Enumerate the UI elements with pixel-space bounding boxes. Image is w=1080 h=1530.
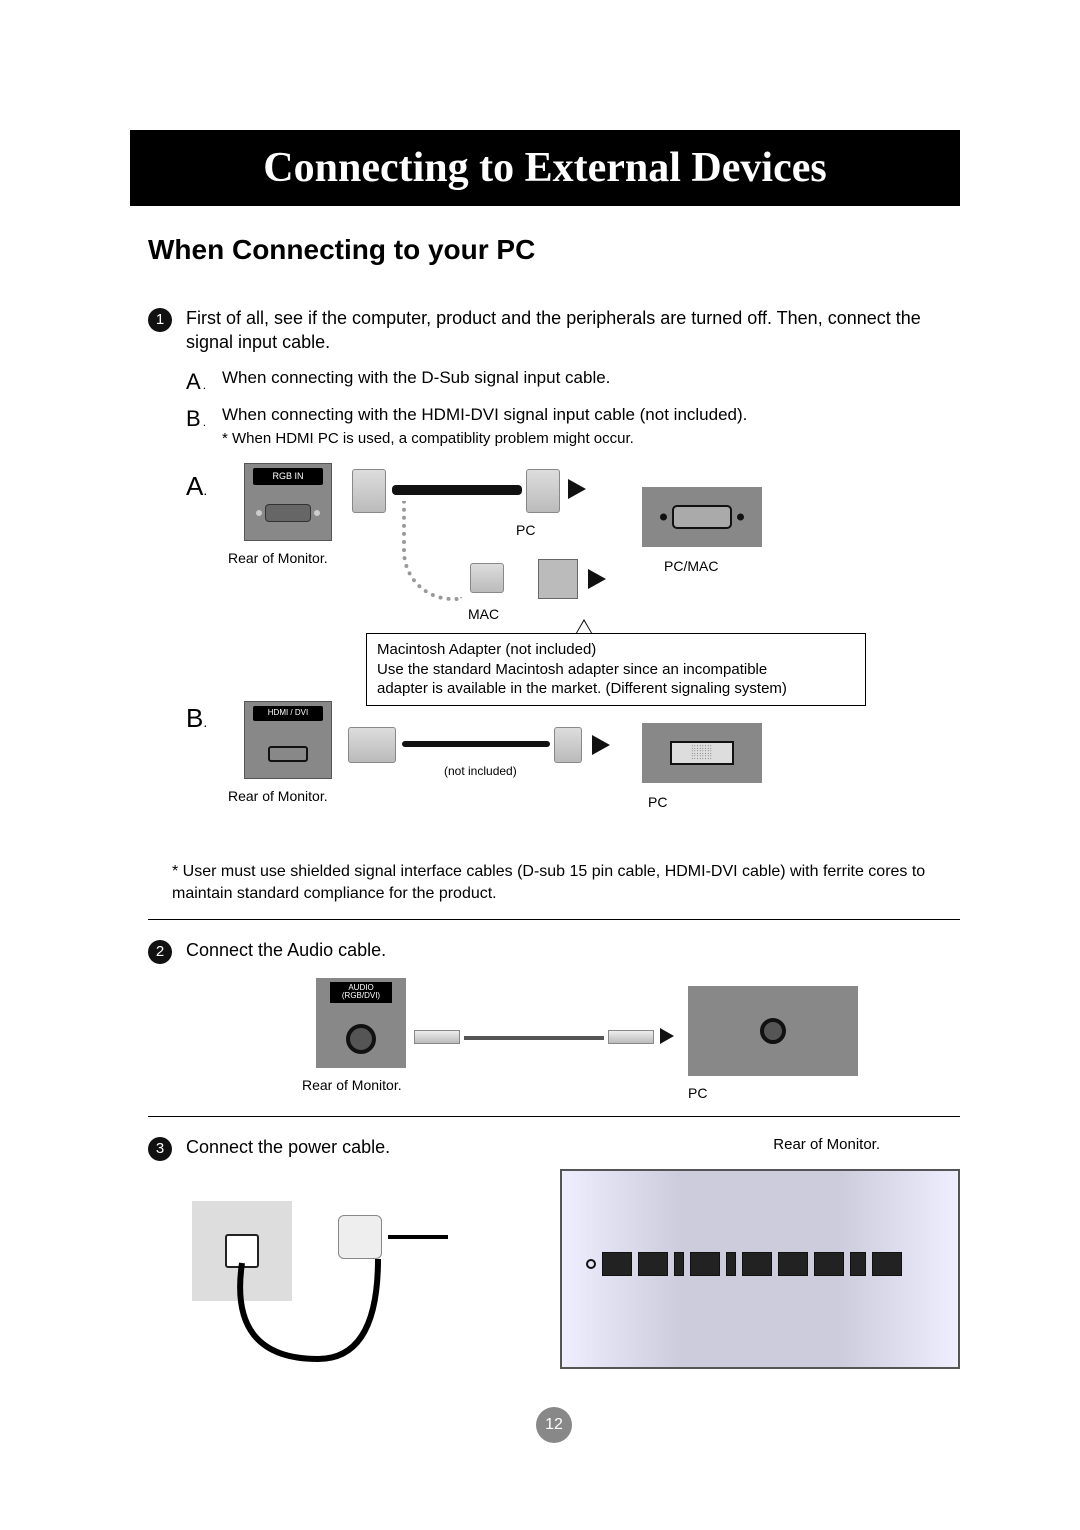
- step-badge-3: 3: [148, 1137, 172, 1161]
- rear-label-a: Rear of Monitor.: [228, 549, 328, 568]
- mac-label: MAC: [468, 605, 499, 624]
- arrow-icon: [592, 735, 610, 755]
- hdmi-plug-icon: [348, 727, 396, 763]
- diagram-a-letter: A.: [186, 469, 207, 504]
- audio-jack-icon: [346, 1024, 376, 1054]
- audio-port-label: AUDIO (RGB/DVI): [330, 982, 392, 1004]
- divider: [148, 919, 960, 920]
- arrow-icon: [588, 569, 606, 589]
- letter-a-label: A.: [186, 367, 222, 397]
- diagram-b-letter: B.: [186, 701, 207, 736]
- audio-cable-icon: [464, 1036, 604, 1040]
- rear-label-power: Rear of Monitor.: [773, 1135, 880, 1155]
- callout-line1: Macintosh Adapter (not included): [377, 640, 855, 660]
- port-icon: [850, 1252, 866, 1276]
- port-icon: [872, 1252, 902, 1276]
- step-2-text: Connect the Audio cable.: [186, 938, 960, 962]
- audio-plug-icon: [414, 1030, 460, 1044]
- audio-plug-icon: [608, 1030, 654, 1044]
- not-included-label: (not included): [444, 763, 517, 779]
- hdmi-dvi-port: HDMI / DVI: [244, 701, 332, 779]
- hdmi-dvi-label: HDMI / DVI: [253, 706, 323, 721]
- diagram-audio: AUDIO (RGB/DVI) Rear of Monitor. PC: [148, 978, 960, 1108]
- page-title: Connecting to External Devices: [263, 145, 826, 191]
- mac-adapter-icon: [538, 559, 578, 599]
- content-area: 1 First of all, see if the computer, pro…: [148, 306, 960, 1443]
- letter-b-text: When connecting with the HDMI-DVI signal…: [222, 404, 960, 449]
- rear-label-audio: Rear of Monitor.: [302, 1076, 402, 1095]
- callout-line2: Use the standard Macintosh adapter since…: [377, 660, 855, 680]
- audio-port-block: AUDIO (RGB/DVI): [316, 978, 406, 1068]
- step-badge-2: 2: [148, 940, 172, 964]
- step-3: 3 Connect the power cable. Rear of Monit…: [148, 1135, 960, 1161]
- letter-b-label: B.: [186, 404, 222, 449]
- connector-icon: [526, 469, 560, 513]
- port-icon: [814, 1252, 844, 1276]
- diagram-power: [148, 1169, 960, 1379]
- pc-dvi-block: ::::::::::::::::::::::::: [642, 723, 762, 783]
- page-number: 12: [545, 1414, 563, 1436]
- pc-label-a: PC: [516, 521, 535, 540]
- connector-icon: [352, 469, 386, 513]
- arrow-icon: [660, 1028, 674, 1044]
- vga-female-icon: [672, 505, 732, 529]
- substep-b: B. When connecting with the HDMI-DVI sig…: [186, 404, 960, 449]
- page-number-badge: 12: [536, 1407, 572, 1443]
- page-title-bar: Connecting to External Devices: [130, 130, 960, 206]
- pcmac-label: PC/MAC: [664, 557, 718, 576]
- port-icon: [726, 1252, 736, 1276]
- arrow-icon: [568, 479, 586, 499]
- cable-icon: [402, 741, 550, 747]
- pc-audio-block: [688, 986, 858, 1076]
- port-icon: [778, 1252, 808, 1276]
- port-icon: [638, 1252, 668, 1276]
- cable-icon: [392, 485, 522, 495]
- callout-pointer-icon: [576, 619, 592, 633]
- power-plug-icon: [338, 1215, 382, 1259]
- dvi-female-icon: ::::::::::::::::::::::::: [670, 741, 734, 765]
- rgb-in-label: RGB IN: [253, 468, 323, 484]
- substep-a: A. When connecting with the D-Sub signal…: [186, 367, 960, 397]
- monitor-port-strip: [586, 1247, 934, 1281]
- pc-label-audio: PC: [688, 1084, 707, 1103]
- step-1: 1 First of all, see if the computer, pro…: [148, 306, 960, 355]
- pcmac-port-block: [642, 487, 762, 547]
- screw-icon: [586, 1259, 596, 1269]
- connector-icon: [470, 563, 504, 593]
- callout-line3: adapter is available in the market. (Dif…: [377, 679, 855, 699]
- section-subtitle: When Connecting to your PC: [148, 234, 960, 266]
- plug-cable-icon: [388, 1225, 458, 1255]
- rear-label-b: Rear of Monitor.: [228, 787, 328, 806]
- shielded-cable-note: * User must use shielded signal interfac…: [172, 861, 960, 904]
- port-icon: [690, 1252, 720, 1276]
- vga-port-icon: [265, 504, 311, 522]
- step-badge-1: 1: [148, 308, 172, 332]
- step-3-text: Connect the power cable.: [186, 1135, 390, 1159]
- diagram-a-b: A. RGB IN Rear of Monitor. PC MAC PC/MAC: [148, 463, 960, 853]
- mac-branch-icon: [402, 501, 462, 601]
- dvi-plug-icon: [554, 727, 582, 763]
- mac-adapter-callout: Macintosh Adapter (not included) Use the…: [366, 633, 866, 706]
- port-icon: [602, 1252, 632, 1276]
- port-icon: [742, 1252, 772, 1276]
- port-icon: [674, 1252, 684, 1276]
- step-1-text: First of all, see if the computer, produ…: [186, 306, 960, 355]
- rgb-in-port: RGB IN: [244, 463, 332, 541]
- step-2: 2 Connect the Audio cable.: [148, 938, 960, 964]
- divider: [148, 1116, 960, 1117]
- hdmi-port-icon: [268, 746, 308, 762]
- audio-jack-icon: [760, 1018, 786, 1044]
- pc-label-b: PC: [648, 793, 667, 812]
- letter-b-subnote: * When HDMI PC is used, a compatiblity p…: [222, 429, 960, 449]
- letter-a-text: When connecting with the D-Sub signal in…: [222, 367, 960, 397]
- monitor-rear-icon: [560, 1169, 960, 1369]
